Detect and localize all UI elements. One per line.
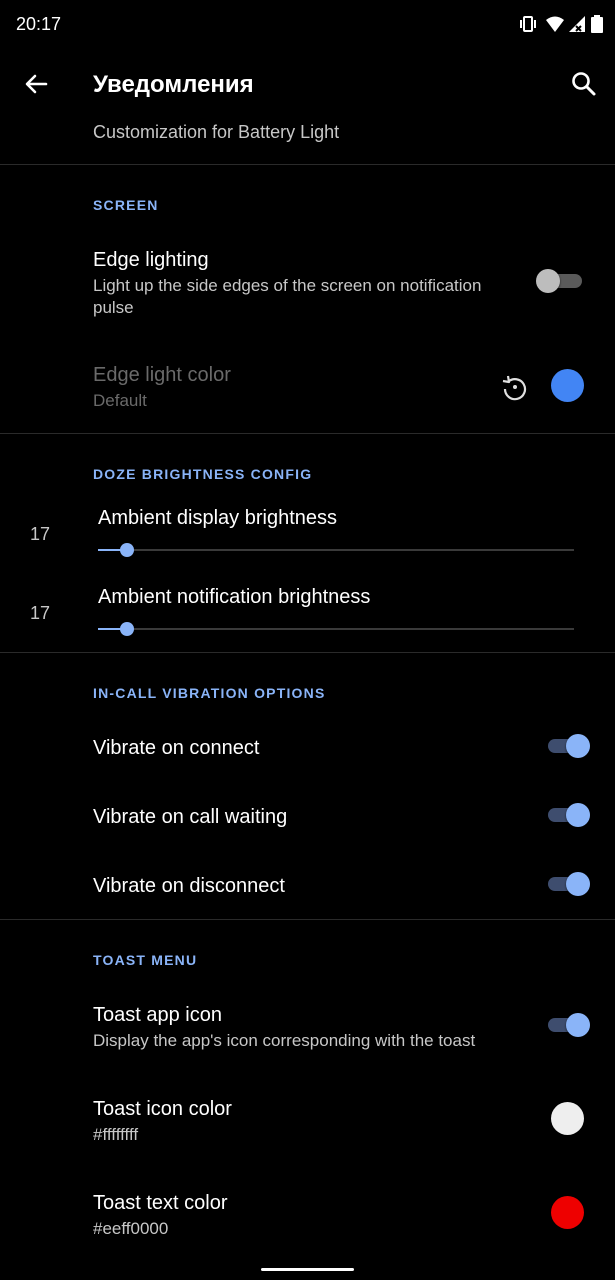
vibrate-waiting-title: Vibrate on call waiting: [93, 806, 288, 828]
vibrate-waiting-toggle[interactable]: [548, 801, 590, 829]
section-header-doze: DOZE BRIGHTNESS CONFIG: [93, 466, 313, 482]
section-header-vibration: IN-CALL VIBRATION OPTIONS: [93, 685, 326, 701]
vibrate-disconnect-toggle[interactable]: [548, 870, 590, 898]
vibrate-icon: [520, 16, 536, 32]
section-header-screen: SCREEN: [93, 197, 159, 213]
toast-app-icon-summary: Display the app's icon corresponding wit…: [93, 1031, 476, 1050]
edge-lighting-title: Edge lighting: [93, 249, 209, 271]
signal-icon: [569, 16, 585, 32]
edge-lighting-toggle[interactable]: [536, 267, 582, 295]
edge-light-color-summary: Default: [93, 391, 147, 410]
toast-app-icon-toggle[interactable]: [548, 1011, 590, 1039]
ambient-display-label: Ambient display brightness: [98, 507, 338, 529]
vibrate-disconnect-row[interactable]: Vibrate on disconnect: [0, 858, 615, 918]
back-button[interactable]: [20, 68, 52, 100]
toast-icon-color-summary: #ffffffff: [93, 1125, 139, 1144]
toast-icon-color-swatch[interactable]: [551, 1102, 584, 1135]
status-time: 20:17: [16, 14, 62, 34]
edge-lighting-summary: Light up the side edges of the screen on…: [93, 276, 482, 317]
toast-app-icon-row[interactable]: Toast app icon Display the app's icon co…: [0, 990, 615, 1060]
toast-text-color-title: Toast text color: [93, 1192, 228, 1214]
toggle-thumb: [566, 1013, 590, 1037]
vibrate-connect-title: Vibrate on connect: [93, 737, 260, 759]
section-header-toast: TOAST MENU: [93, 952, 198, 968]
edge-light-color-swatch[interactable]: [551, 369, 584, 402]
ambient-display-slider[interactable]: [98, 540, 574, 560]
page-subtitle: Customization for Battery Light: [93, 122, 340, 142]
slider-thumb[interactable]: [119, 543, 134, 557]
divider: [0, 164, 615, 165]
search-button[interactable]: [568, 68, 600, 100]
divider: [0, 433, 615, 434]
edge-light-color-title: Edge light color: [93, 364, 231, 386]
page-title: Уведомления: [93, 71, 254, 98]
vibrate-connect-toggle[interactable]: [548, 732, 590, 760]
toast-icon-color-row[interactable]: Toast icon color #ffffffff: [0, 1084, 615, 1154]
slider-track: [98, 628, 574, 630]
gesture-nav-bar[interactable]: [261, 1268, 354, 1271]
vibrate-waiting-row[interactable]: Vibrate on call waiting: [0, 789, 615, 849]
toast-text-color-summary: #eeff0000: [93, 1219, 169, 1238]
reset-icon[interactable]: [500, 372, 530, 402]
slider-track: [98, 549, 574, 551]
divider: [0, 919, 615, 920]
vibrate-disconnect-title: Vibrate on disconnect: [93, 875, 285, 897]
toggle-thumb: [566, 872, 590, 896]
toast-text-color-swatch[interactable]: [551, 1196, 584, 1229]
edge-light-color-row[interactable]: Edge light color Default: [0, 350, 615, 420]
ambient-display-value: 17: [30, 524, 51, 544]
toggle-thumb: [566, 734, 590, 758]
toast-icon-color-title: Toast icon color: [93, 1098, 232, 1120]
ambient-notification-value: 17: [30, 603, 51, 623]
toast-text-color-row[interactable]: Toast text color #eeff0000: [0, 1178, 615, 1248]
ambient-notification-label: Ambient notification brightness: [98, 586, 371, 608]
toggle-thumb: [536, 269, 560, 293]
toast-app-icon-title: Toast app icon: [93, 1004, 222, 1026]
toggle-thumb: [566, 803, 590, 827]
wifi-icon: [546, 16, 564, 32]
edge-lighting-row[interactable]: Edge lighting Light up the side edges of…: [0, 235, 615, 335]
slider-thumb[interactable]: [119, 622, 134, 636]
battery-icon: [591, 15, 603, 33]
vibrate-connect-row[interactable]: Vibrate on connect: [0, 720, 615, 780]
divider: [0, 652, 615, 653]
ambient-notification-slider[interactable]: [98, 619, 574, 639]
